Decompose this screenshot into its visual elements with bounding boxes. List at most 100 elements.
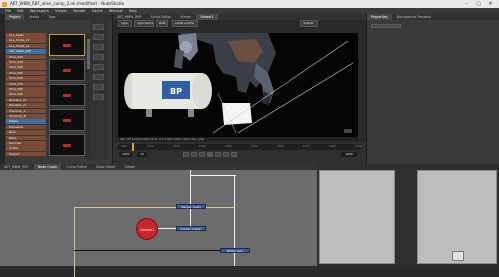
bin-item[interactable]: Elements: [6, 124, 46, 130]
bin-item[interactable]: Denoise: [6, 141, 46, 146]
camera-node[interactable]: Camera1: [136, 218, 158, 240]
wire: [74, 207, 76, 277]
bin-item[interactable]: Renders_v1: [6, 97, 46, 103]
tool-rail: [90, 20, 108, 160]
frame-field[interactable]: 1001: [119, 152, 133, 157]
panel-area: [319, 170, 395, 264]
colorspace-select[interactable]: sRGB (ACES): [172, 20, 198, 27]
timeline-tick-label: 1080: [329, 145, 336, 148]
merge-node[interactable]: Merge1 (over): [176, 204, 206, 209]
tool-icon[interactable]: [93, 44, 104, 50]
node-graph[interactable]: Camera1 Merge1 (over) Grade1 (mask) Writ…: [0, 170, 317, 277]
tank-logo-text: BP: [170, 87, 182, 96]
tool-icon[interactable]: [93, 24, 104, 30]
clip-slate-icon: [63, 44, 71, 47]
bin-item[interactable]: Shot_060: [6, 76, 46, 81]
wire: [234, 175, 236, 251]
play-forward-button[interactable]: [215, 152, 221, 157]
properties-toolbar[interactable]: [371, 24, 401, 28]
bin-item[interactable]: ALL_Tasks: [6, 33, 46, 38]
bin-item[interactable]: Precomp_A: [6, 108, 46, 114]
app-logo-icon: [2, 1, 7, 7]
properties-tabs: Properties Background Renders: [367, 14, 499, 20]
timeline-tick-label: 1070: [303, 145, 310, 148]
tool-icon[interactable]: [93, 94, 104, 100]
grade-node[interactable]: Grade1 (mask): [176, 226, 206, 231]
bin-item[interactable]: Shot_020: [6, 54, 46, 60]
tool-icon[interactable]: [93, 74, 104, 80]
bin-item[interactable]: Output: [6, 151, 46, 157]
tab-properties[interactable]: Properties: [367, 14, 392, 20]
maximize-button[interactable]: ▢: [474, 0, 483, 8]
bin-item[interactable]: Shot_080: [6, 87, 46, 92]
tool-icon[interactable]: [93, 64, 104, 70]
clip-thumbnail[interactable]: [49, 84, 85, 106]
display-select[interactable]: RGB: [156, 20, 168, 27]
panel-area: [417, 170, 497, 264]
lut-select[interactable]: default: [300, 20, 318, 27]
bin-item[interactable]: Shot_040: [6, 65, 46, 70]
secondary-viewer-area: [317, 164, 499, 266]
bin-item[interactable]: ALL_Shots_v2: [6, 43, 46, 49]
bin-item[interactable]: Shot_070: [6, 81, 46, 87]
bin-item[interactable]: Shot_090: [6, 92, 46, 97]
tab-media[interactable]: Media: [25, 14, 43, 20]
tab-tags[interactable]: Tags: [44, 14, 59, 20]
mini-icon: [452, 251, 464, 261]
window-title: AKT_WBW_RBF_alien_comp_2.nk (modified) -…: [10, 1, 125, 6]
end-frame-field[interactable]: 1090: [341, 152, 357, 157]
viewer-canvas[interactable]: BP: [118, 33, 358, 137]
minimize-button[interactable]: –: [462, 0, 471, 8]
tool-icon[interactable]: [93, 34, 104, 40]
wire: [74, 207, 234, 209]
timeline-tick-label: 1001: [121, 145, 128, 148]
bin-item[interactable]: Shot_030: [6, 60, 46, 65]
first-frame-button[interactable]: [183, 152, 189, 157]
playhead[interactable]: [132, 143, 134, 151]
tab-viewer1[interactable]: Viewer1: [196, 14, 218, 20]
bin-item[interactable]: Shot_050: [6, 70, 46, 76]
timeline-tick-label: 1030: [199, 145, 206, 148]
clip-thumbnail[interactable]: [49, 109, 85, 131]
timeline-bar[interactable]: [118, 144, 361, 150]
timeline-tick-label: 1020: [173, 145, 180, 148]
bin-item[interactable]: Paint: [6, 135, 46, 141]
tool-icon[interactable]: [93, 54, 104, 60]
stop-button[interactable]: [207, 152, 213, 157]
clip-slate-icon: [63, 144, 71, 147]
tab-background-renders[interactable]: Background Renders: [393, 14, 435, 20]
channel-select[interactable]: rgba: [118, 20, 132, 27]
play-backward-button[interactable]: [199, 152, 205, 157]
bin-item[interactable]: Grade: [6, 146, 46, 151]
close-button[interactable]: ✕: [486, 0, 495, 8]
tool-icon[interactable]: [93, 84, 104, 90]
timeline-tick-label: 1010: [147, 145, 154, 148]
timeline-tick-label: 1040: [225, 145, 232, 148]
next-frame-button[interactable]: [223, 152, 229, 157]
bin-item[interactable]: Plates: [6, 119, 46, 124]
properties-panel: Properties Background Renders: [366, 14, 499, 164]
prev-frame-button[interactable]: [191, 152, 197, 157]
fps-field[interactable]: 24: [137, 152, 147, 157]
write-node[interactable]: Write1 (exr): [220, 248, 250, 253]
clip-thumbnail[interactable]: [49, 134, 85, 156]
bin-item[interactable]: ALL_Shots_v1: [6, 38, 46, 43]
timeline-tick-label: 1060: [277, 145, 284, 148]
title-bar: AKT_WBW_RBF_alien_comp_2.nk (modified) -…: [0, 0, 499, 8]
bin-item[interactable]: Roto: [6, 130, 46, 135]
last-frame-button[interactable]: [231, 152, 237, 157]
wire: [190, 175, 236, 177]
bin-item[interactable]: Precomp_B: [6, 114, 46, 119]
bin-item[interactable]: Renders_v2: [6, 103, 46, 108]
viewer-image: BP: [124, 33, 354, 134]
clip-thumbnail[interactable]: [49, 34, 85, 56]
alpha-select[interactable]: rgba.alpha: [134, 20, 154, 27]
wire: [190, 208, 192, 228]
bin-item[interactable]: AKT_WBW_RBF: [6, 49, 46, 54]
clip-thumbnail[interactable]: [49, 59, 85, 81]
wire: [74, 250, 220, 252]
clip-slate-icon: [63, 119, 71, 122]
tab-project[interactable]: Project: [5, 14, 25, 20]
timeline-tick-label: 1050: [251, 145, 258, 148]
clip-slate-icon: [63, 69, 71, 72]
